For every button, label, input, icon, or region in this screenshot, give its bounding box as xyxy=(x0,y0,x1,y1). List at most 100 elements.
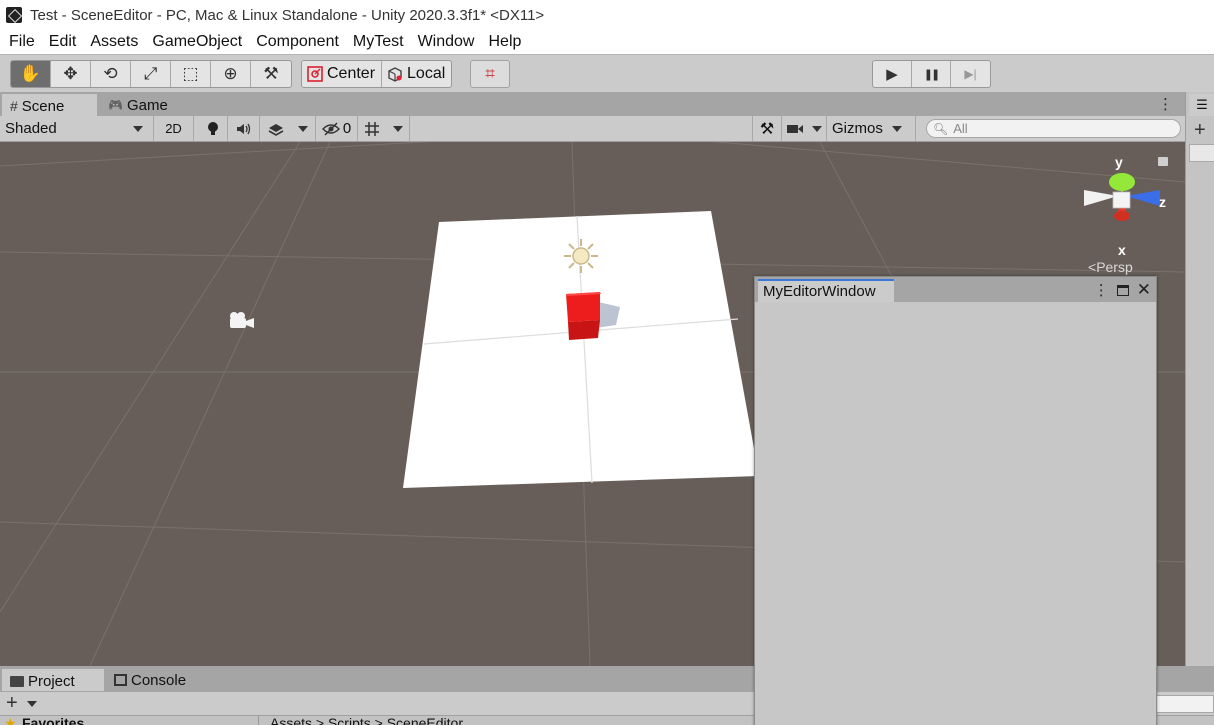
scale-tool-button[interactable]: ⤢ xyxy=(131,61,171,87)
tab-console[interactable]: Console xyxy=(106,669,194,691)
pivot-center-label: Center xyxy=(327,65,376,82)
grid-snap-button[interactable]: ⌗ xyxy=(470,60,510,88)
rect-icon: ⬚ xyxy=(182,64,199,83)
window-options-icon[interactable]: ⋮ xyxy=(1094,281,1109,299)
rotate-icon: ⟲ xyxy=(103,64,118,83)
menu-component[interactable]: Component xyxy=(249,33,346,51)
red-cube[interactable] xyxy=(566,292,601,340)
step-button[interactable]: ▶| xyxy=(951,61,990,87)
toggle-2d-label: 2D xyxy=(165,121,182,136)
menu-window[interactable]: Window xyxy=(411,33,482,51)
console-icon xyxy=(114,674,127,686)
scene-search-input[interactable]: 🔍︎ All xyxy=(926,119,1181,138)
move-icon: ✥ xyxy=(63,64,78,83)
gizmo-x-label: x xyxy=(1118,242,1126,258)
pivot-local-button[interactable]: Local xyxy=(382,61,451,87)
hidden-objects-toggle[interactable]: 0 xyxy=(316,116,358,141)
create-asset-icon[interactable]: + xyxy=(6,692,18,715)
tab-scene-label: Scene xyxy=(21,97,65,115)
scene-view-toolbar: Shaded 2D 0 ⚒ Gizmos 🔍︎ All xyxy=(0,116,1185,142)
pivot-center-button[interactable]: Center xyxy=(302,61,383,87)
scene-tools-button[interactable]: ⚒ xyxy=(752,116,782,141)
menu-gameobject[interactable]: GameObject xyxy=(145,33,249,51)
star-icon: ★ xyxy=(4,716,17,725)
orientation-gizmo[interactable] xyxy=(1084,173,1160,221)
window-title: Test - SceneEditor - PC, Mac & Linux Sta… xyxy=(30,6,545,24)
lightbulb-icon xyxy=(207,121,218,135)
favorites-label[interactable]: Favorites xyxy=(22,716,84,725)
close-icon[interactable]: ✕ xyxy=(1137,280,1151,300)
rect-tool-button[interactable]: ⬚ xyxy=(171,61,211,87)
menu-edit[interactable]: Edit xyxy=(42,33,84,51)
panel-divider[interactable] xyxy=(258,716,259,725)
play-button[interactable]: ▶ xyxy=(873,61,912,87)
transform-icon: ⊕ xyxy=(223,64,238,83)
hierarchy-tab-stub[interactable]: ☰ xyxy=(1189,94,1214,116)
pivot-center-icon xyxy=(307,66,323,82)
gizmo-y-label: y xyxy=(1115,154,1123,170)
chevron-down-icon xyxy=(392,125,403,132)
wrench-icon: ⚒ xyxy=(263,64,279,83)
layers-icon xyxy=(268,123,284,136)
menu-help[interactable]: Help xyxy=(481,33,528,51)
chevron-down-icon xyxy=(891,125,902,132)
folder-icon xyxy=(10,675,24,687)
directional-light-gizmo[interactable] xyxy=(564,239,598,273)
lighting-toggle[interactable] xyxy=(198,116,228,141)
tools-icon: ⚒ xyxy=(759,120,775,138)
tab-project[interactable]: Project xyxy=(2,669,104,691)
pause-icon: ❚❚ xyxy=(923,68,941,81)
tab-game-label: Game xyxy=(126,96,168,114)
menu-mytest[interactable]: MyTest xyxy=(346,33,411,51)
transform-tools: ✋ ✥ ⟲ ⤢ ⬚ ⊕ ⚒ xyxy=(10,60,292,88)
projection-toggle[interactable]: <Persp xyxy=(1088,259,1133,275)
scene-options-menu-icon[interactable]: ⋮ xyxy=(1158,95,1173,113)
gizmos-label: Gizmos xyxy=(832,120,883,137)
project-search-input[interactable] xyxy=(1156,695,1214,713)
hand-icon: ✋ xyxy=(19,64,42,83)
window-titlebar: Test - SceneEditor - PC, Mac & Linux Sta… xyxy=(0,0,1214,30)
menu-assets[interactable]: Assets xyxy=(83,33,145,51)
grid-dropdown[interactable] xyxy=(358,116,410,141)
transform-tool-button[interactable]: ⊕ xyxy=(211,61,251,87)
tab-scene[interactable]: # Scene xyxy=(2,94,97,116)
list-icon: ☰ xyxy=(1196,97,1208,112)
grid-snap-icon: ⌗ xyxy=(485,64,495,83)
maximize-icon[interactable] xyxy=(1116,284,1129,296)
menu-file[interactable]: File xyxy=(2,33,42,51)
audio-toggle[interactable] xyxy=(228,116,260,141)
chevron-down-icon xyxy=(298,125,309,132)
custom-tool-button[interactable]: ⚒ xyxy=(251,61,291,87)
hidden-count: 0 xyxy=(342,120,352,137)
menu-bar: File Edit Assets GameObject Component My… xyxy=(0,30,1214,54)
my-editor-window[interactable]: MyEditorWindow ⋮ ✕ xyxy=(754,276,1157,725)
lock-icon[interactable] xyxy=(1158,157,1168,166)
projection-label: Persp xyxy=(1096,259,1133,275)
tab-game[interactable]: 🎮 Game xyxy=(100,94,176,116)
camera-settings-dropdown[interactable] xyxy=(782,116,827,141)
chevron-down-icon xyxy=(133,125,143,132)
pivot-controls: Center Local xyxy=(301,60,453,88)
playmode-controls: ▶ ❚❚ ▶| xyxy=(872,60,991,88)
pause-button[interactable]: ❚❚ xyxy=(912,61,951,87)
hand-tool-button[interactable]: ✋ xyxy=(11,61,51,87)
play-icon: ▶ xyxy=(886,66,898,83)
speaker-icon xyxy=(236,123,250,134)
effects-dropdown[interactable] xyxy=(260,116,316,141)
tab-console-label: Console xyxy=(131,671,187,689)
move-tool-button[interactable]: ✥ xyxy=(51,61,91,87)
search-placeholder: All xyxy=(953,121,968,136)
gizmos-dropdown[interactable]: Gizmos xyxy=(827,116,916,141)
scrollbar-handle[interactable] xyxy=(1189,144,1214,162)
add-icon[interactable]: + xyxy=(1194,119,1206,142)
editor-window-tab[interactable]: MyEditorWindow xyxy=(758,279,894,302)
toggle-2d-button[interactable]: 2D xyxy=(154,116,194,141)
inspector-panel-edge: ☰ + xyxy=(1185,92,1214,666)
shading-mode-label: Shaded xyxy=(5,120,57,137)
chevron-down-icon xyxy=(812,125,822,132)
editor-window-titlebar[interactable]: MyEditorWindow ⋮ ✕ xyxy=(755,277,1156,302)
chevron-down-icon[interactable] xyxy=(27,701,37,707)
shading-mode-dropdown[interactable]: Shaded xyxy=(0,116,154,141)
rotate-tool-button[interactable]: ⟲ xyxy=(91,61,131,87)
camera-gizmo-icon[interactable] xyxy=(230,312,254,328)
